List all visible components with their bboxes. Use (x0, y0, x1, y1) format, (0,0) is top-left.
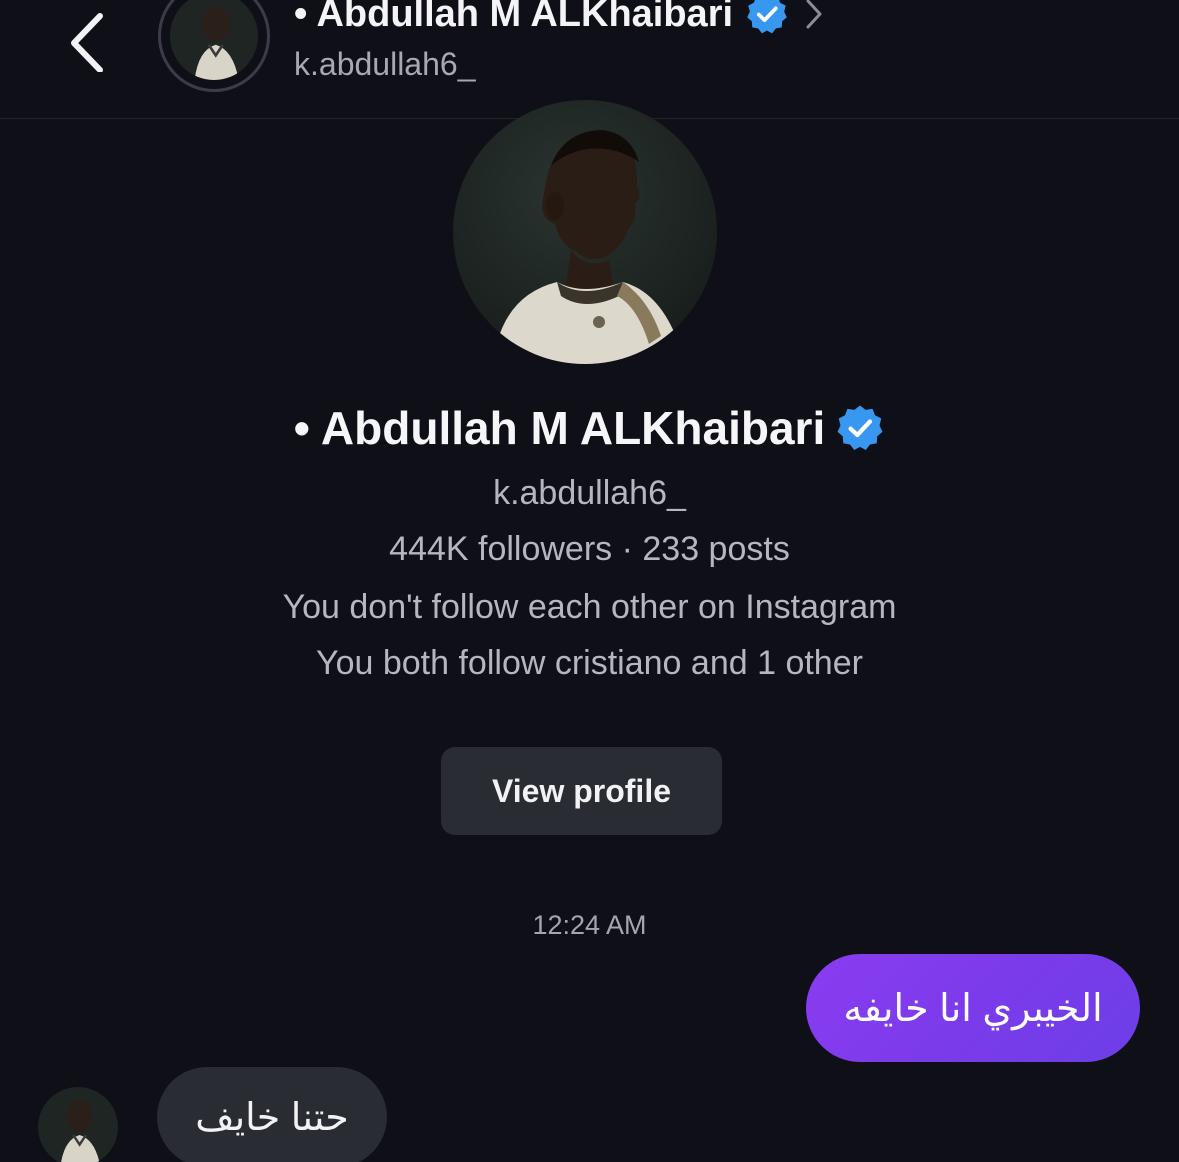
chevron-right-icon (806, 0, 822, 29)
follow-status: You don't follow each other on Instagram (282, 588, 897, 626)
message-timestamp: 12:24 AM (532, 910, 647, 940)
verified-badge-icon (837, 405, 883, 450)
profile-display-name: • Abdullah M ALKhaibari (293, 402, 826, 454)
view-profile-button[interactable]: View profile (441, 747, 722, 835)
profile-name-row: • Abdullah M ALKhaibari (0, 398, 1179, 458)
sent-message-bubble[interactable]: الخيبري انا خايفه (806, 954, 1140, 1062)
dm-thread-screen: • Abdullah M ALKhaibari k.abdullah6_ • A… (0, 0, 1179, 1162)
sender-avatar[interactable] (38, 1087, 118, 1162)
mutual-followers: You both follow cristiano and 1 other (316, 644, 863, 682)
header-avatar[interactable] (158, 0, 270, 92)
profile-stats: 444K followers · 233 posts (389, 530, 790, 568)
back-button[interactable] (62, 6, 116, 72)
header-display-name: • Abdullah M ALKhaibari (294, 0, 734, 35)
profile-username: k.abdullah6_ (493, 474, 686, 512)
avatar (170, 0, 258, 80)
header-username: k.abdullah6_ (294, 46, 476, 82)
profile-avatar[interactable] (453, 100, 717, 364)
received-message-bubble[interactable]: حتنا خايف (157, 1067, 387, 1162)
chevron-left-icon (71, 13, 103, 72)
header-name-link[interactable]: • Abdullah M ALKhaibari (294, 0, 825, 42)
verified-badge-icon (747, 0, 787, 34)
